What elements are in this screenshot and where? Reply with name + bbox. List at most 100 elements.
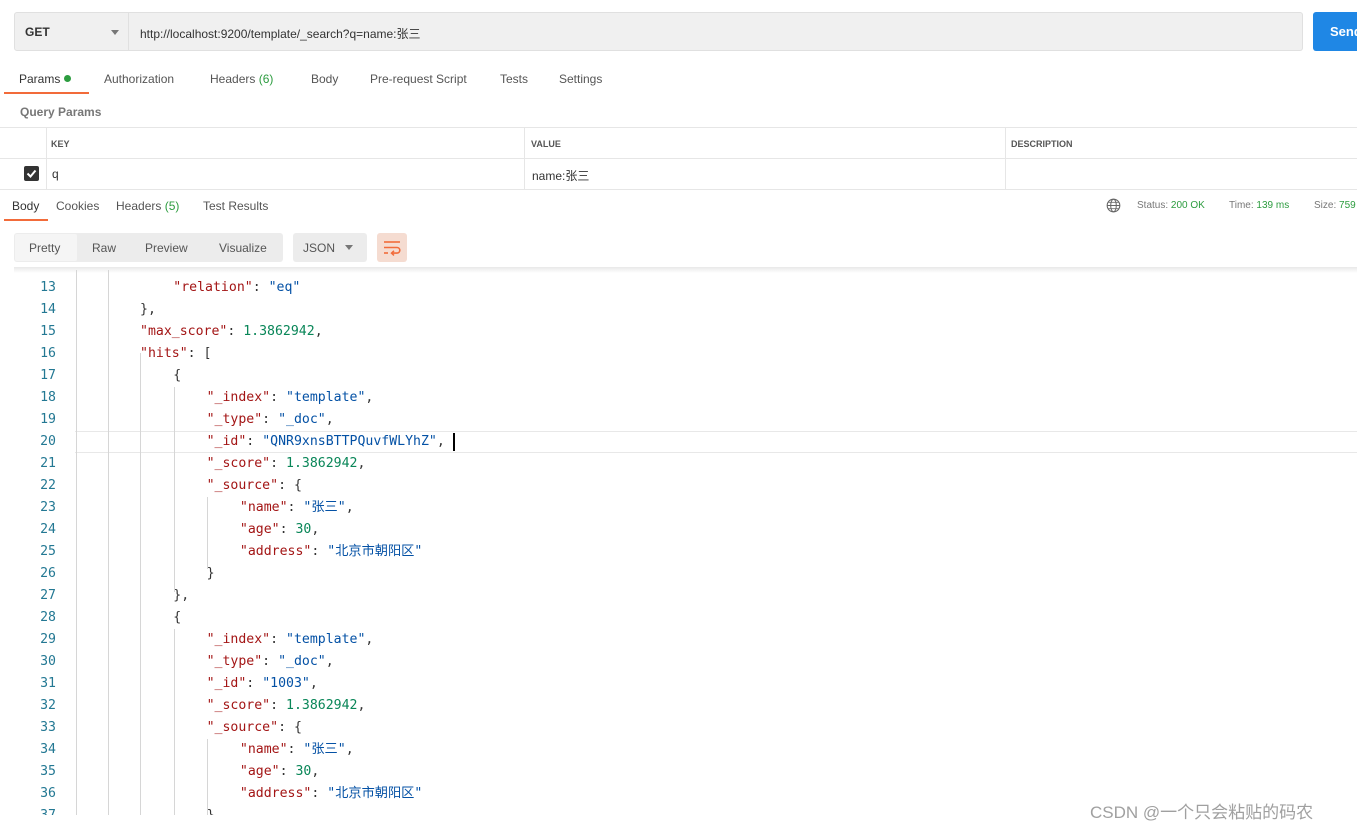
table-top-border [0, 127, 1357, 128]
response-time[interactable]: Time: 139 ms [1229, 200, 1289, 211]
param-enabled-checkbox[interactable] [24, 166, 39, 181]
code-text: "_score": 1.3862942, [207, 695, 366, 717]
code-token: }, [140, 302, 156, 317]
raw-button[interactable]: Raw [92, 241, 116, 255]
response-tab-body[interactable]: Body [12, 199, 39, 213]
response-tab-headers[interactable]: Headers (5) [116, 199, 179, 213]
tab-headers-label: Headers [210, 72, 256, 86]
param-description-cell[interactable] [1011, 167, 1351, 183]
response-status[interactable]: Status: 200 OK [1137, 200, 1205, 211]
code-token: "address" [239, 544, 312, 559]
tab-settings-label: Settings [559, 72, 603, 86]
code-line: 27}, [14, 585, 1357, 607]
code-token: , [311, 764, 320, 779]
tab-headers[interactable]: Headers (6) [210, 72, 273, 86]
time-label: Time: [1229, 200, 1254, 211]
code-token: "_doc" [278, 654, 326, 669]
code-token: "_id" [206, 676, 247, 691]
code-line: 15 "max_score": 1.3862942, [14, 321, 1357, 343]
code-token: : { [278, 720, 302, 735]
chevron-down-icon [345, 245, 353, 250]
code-text: { [173, 607, 181, 629]
code-line: 16 "hits": [ [14, 343, 1357, 365]
code-token: "_index" [206, 632, 271, 647]
line-number: 18 [40, 390, 56, 405]
code-text: "_index": "template", [207, 629, 374, 651]
code-token: : [246, 434, 263, 449]
code-text: "_index": "template", [207, 387, 374, 409]
visualize-button[interactable]: Visualize [219, 241, 267, 255]
line-number: 22 [40, 478, 56, 493]
code-token: "template" [286, 390, 366, 405]
table-col-divider [1005, 128, 1006, 189]
code-token: "eq" [268, 280, 301, 295]
code-token: "max_score" [140, 324, 228, 339]
tab-headers-count: (6) [258, 72, 274, 86]
param-key-cell[interactable]: q [52, 167, 59, 181]
code-token: "address" [239, 786, 312, 801]
code-token: : [ [187, 346, 212, 361]
param-value-cell[interactable]: name:张三 [532, 167, 589, 184]
method-select[interactable]: GET [14, 12, 129, 51]
code-text: "name": "张三", [240, 739, 354, 761]
line-number: 14 [40, 302, 56, 317]
tab-pre-request-script[interactable]: Pre-request Script [370, 72, 467, 86]
code-token: "北京市朝阳区" [327, 786, 423, 801]
size-label: Size: [1314, 200, 1337, 211]
pretty-label: Pretty [29, 241, 61, 255]
code-token: , [365, 632, 374, 647]
code-token: "age" [239, 522, 280, 537]
params-active-dot-icon [64, 75, 72, 82]
response-tab-test-results-label: Test Results [203, 199, 269, 213]
code-text: { [173, 365, 181, 387]
code-line: 25 "address": "北京市朝阳区" [14, 541, 1357, 563]
response-size[interactable]: Size: 759 [1314, 200, 1356, 211]
code-line: 14}, [14, 299, 1357, 321]
checkmark-icon [26, 169, 37, 178]
tab-body[interactable]: Body [311, 72, 338, 86]
response-tab-cookies-label: Cookies [56, 199, 100, 213]
line-number: 26 [40, 566, 56, 581]
code-token: , [311, 522, 320, 537]
format-select[interactable]: JSON [293, 233, 367, 262]
tab-settings[interactable]: Settings [559, 72, 602, 86]
line-number: 25 [40, 544, 56, 559]
code-text: "_id": "QNR9xnsBTTPQuvfWLYhZ", [207, 431, 445, 453]
code-line: 19 "_type": "_doc", [14, 409, 1357, 431]
tab-tests[interactable]: Tests [500, 72, 528, 86]
line-number: 33 [40, 720, 56, 735]
response-tab-test-results[interactable]: Test Results [203, 199, 268, 213]
line-number: 13 [40, 280, 56, 295]
line-number: 37 [14, 805, 56, 815]
code-line: 31 "_id": "1003", [14, 673, 1357, 695]
response-body-editor[interactable]: 13 "relation": "eq" 14}, 15 "max_score": 1.3… [14, 270, 1357, 815]
table-col-divider [46, 128, 47, 189]
code-token: "张三" [303, 500, 346, 515]
code-line: 18 "_index": "template", [14, 387, 1357, 409]
code-token: "_type" [206, 412, 263, 427]
response-tab-body-underline [4, 219, 48, 221]
url-input[interactable]: http://localhost:9200/template/_search?q… [129, 12, 1303, 51]
code-token: : [270, 632, 287, 647]
code-token: : [287, 742, 304, 757]
globe-icon[interactable] [1106, 198, 1121, 213]
status-value: 200 OK [1170, 200, 1205, 211]
code-line: 29 "_index": "template", [14, 629, 1357, 651]
code-text: "_id": "1003", [207, 673, 318, 695]
table-col-divider [524, 128, 525, 189]
code-token: , [314, 324, 323, 339]
size-value: 759 [1339, 200, 1356, 211]
tab-params-label: Params [19, 72, 61, 86]
code-token: : [262, 412, 279, 427]
response-tab-cookies[interactable]: Cookies [56, 199, 99, 213]
code-token: 30 [295, 764, 312, 779]
code-token: "_index" [206, 390, 271, 405]
code-line: 28 { [14, 607, 1357, 629]
preview-button[interactable]: Preview [145, 241, 188, 255]
send-button[interactable]: Send [1313, 12, 1357, 51]
code-token: : [262, 654, 279, 669]
tab-authorization[interactable]: Authorization [104, 72, 174, 86]
wrap-lines-button[interactable] [377, 233, 407, 262]
tab-params[interactable]: Params [19, 72, 72, 86]
code-token: : [287, 500, 304, 515]
